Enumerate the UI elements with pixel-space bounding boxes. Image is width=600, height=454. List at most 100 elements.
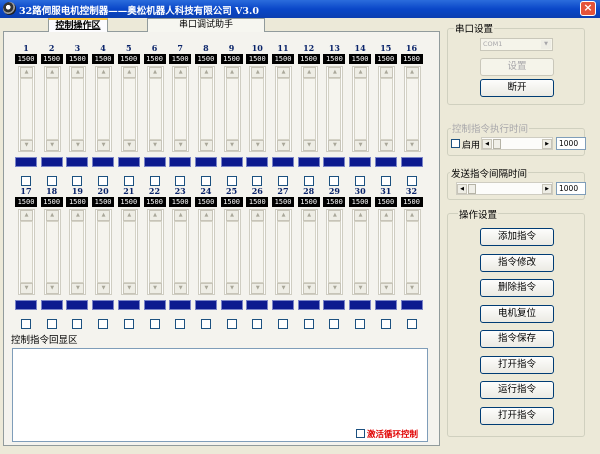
channel-slider[interactable]: ▲ ▼ (172, 209, 190, 295)
channel-slider[interactable]: ▲ ▼ (352, 209, 370, 295)
arrow-up-icon[interactable]: ▲ (45, 67, 59, 78)
channel-checkbox[interactable] (46, 319, 57, 329)
arrow-down-icon[interactable]: ▼ (45, 140, 59, 151)
slider-thumb[interactable] (148, 78, 162, 140)
channel-checkbox[interactable] (406, 319, 417, 329)
channel-checkbox[interactable] (72, 319, 83, 329)
slider-thumb[interactable] (379, 78, 393, 140)
loop-control-checkbox[interactable] (356, 429, 365, 438)
exec-time-slider[interactable]: ◀ ▶ (481, 137, 553, 150)
channel-slider[interactable]: ▲ ▼ (120, 209, 138, 295)
channel-checkbox[interactable] (123, 176, 134, 186)
channel-checkbox[interactable] (303, 319, 314, 329)
arrow-down-icon[interactable]: ▼ (251, 283, 265, 294)
arrow-up-icon[interactable]: ▲ (328, 67, 342, 78)
channel-slider[interactable]: ▲ ▼ (223, 66, 241, 152)
slider-thumb[interactable] (71, 78, 85, 140)
channel-checkbox[interactable] (98, 319, 109, 329)
slider-thumb[interactable] (45, 221, 59, 283)
slider-thumb[interactable] (122, 221, 136, 283)
arrow-up-icon[interactable]: ▲ (354, 210, 368, 221)
arrow-up-icon[interactable]: ▲ (122, 67, 136, 78)
channel-checkbox[interactable] (303, 176, 314, 186)
arrow-down-icon[interactable]: ▼ (328, 140, 342, 151)
channel-slider[interactable]: ▲ ▼ (249, 66, 267, 152)
slider-thumb[interactable] (174, 221, 188, 283)
arrow-down-icon[interactable]: ▼ (354, 283, 368, 294)
channel-checkbox[interactable] (252, 176, 263, 186)
channel-checkbox[interactable] (21, 176, 31, 186)
arrow-down-icon[interactable]: ▼ (379, 140, 393, 151)
arrow-up-icon[interactable]: ▲ (354, 67, 368, 78)
arrow-down-icon[interactable]: ▼ (174, 140, 188, 151)
arrow-down-icon[interactable]: ▼ (148, 283, 162, 294)
slider-thumb[interactable] (354, 78, 368, 140)
arrow-right-icon[interactable]: ▶ (542, 139, 552, 149)
arrow-up-icon[interactable]: ▲ (302, 210, 316, 221)
echo-textarea[interactable] (12, 348, 428, 442)
channel-slider[interactable]: ▲ ▼ (18, 209, 35, 295)
channel-checkbox[interactable] (329, 176, 340, 186)
slider-thumb[interactable] (97, 78, 111, 140)
arrow-down-icon[interactable]: ▼ (251, 140, 265, 151)
channel-slider[interactable]: ▲ ▼ (197, 209, 215, 295)
channel-checkbox[interactable] (149, 176, 160, 186)
arrow-up-icon[interactable]: ▲ (71, 210, 85, 221)
channel-slider[interactable]: ▲ ▼ (275, 66, 292, 152)
arrow-up-icon[interactable]: ▲ (277, 210, 290, 221)
slider-thumb[interactable] (328, 78, 342, 140)
channel-slider[interactable]: ▲ ▼ (120, 66, 138, 152)
channel-checkbox[interactable] (72, 176, 83, 186)
arrow-up-icon[interactable]: ▲ (379, 210, 393, 221)
arrow-down-icon[interactable]: ▼ (148, 140, 162, 151)
exec-time-enable-checkbox[interactable] (451, 139, 460, 148)
slider-thumb[interactable] (20, 221, 33, 283)
arrow-up-icon[interactable]: ▲ (97, 67, 111, 78)
arrow-down-icon[interactable]: ▼ (199, 140, 213, 151)
channel-slider[interactable]: ▲ ▼ (352, 66, 370, 152)
arrow-down-icon[interactable]: ▼ (122, 283, 136, 294)
arrow-down-icon[interactable]: ▼ (277, 283, 290, 294)
channel-slider[interactable]: ▲ ▼ (69, 209, 87, 295)
channel-slider[interactable]: ▲ ▼ (172, 66, 190, 152)
channel-checkbox[interactable] (380, 176, 391, 186)
slider-thumb[interactable] (122, 78, 136, 140)
channel-slider[interactable]: ▲ ▼ (69, 66, 87, 152)
channel-checkbox[interactable] (226, 319, 237, 329)
channel-slider[interactable]: ▲ ▼ (326, 209, 344, 295)
arrow-up-icon[interactable]: ▲ (174, 67, 188, 78)
channel-checkbox[interactable] (226, 176, 237, 186)
channel-slider[interactable]: ▲ ▼ (326, 66, 344, 152)
arrow-up-icon[interactable]: ▲ (199, 67, 213, 78)
arrow-up-icon[interactable]: ▲ (199, 210, 213, 221)
arrow-up-icon[interactable]: ▲ (174, 210, 188, 221)
channel-slider[interactable]: ▲ ▼ (95, 209, 113, 295)
channel-slider[interactable]: ▲ ▼ (377, 66, 395, 152)
interval-slider[interactable]: ◀ ▶ (456, 182, 553, 195)
arrow-down-icon[interactable]: ▼ (302, 140, 316, 151)
arrow-down-icon[interactable]: ▼ (199, 283, 213, 294)
arrow-down-icon[interactable]: ▼ (122, 140, 136, 151)
ops-button-4[interactable]: 电机复位 (480, 304, 554, 323)
arrow-down-icon[interactable]: ▼ (45, 283, 59, 294)
ops-button-8[interactable]: 打开指令 (480, 406, 554, 425)
ops-button-3[interactable]: 删除指令 (480, 279, 554, 297)
arrow-up-icon[interactable]: ▲ (277, 67, 290, 78)
slider-thumb[interactable] (45, 78, 59, 140)
ops-button-6[interactable]: 打开指令 (480, 355, 554, 374)
arrow-up-icon[interactable]: ▲ (148, 67, 162, 78)
slider-thumb[interactable] (354, 221, 368, 283)
interval-value[interactable]: 1000 (556, 182, 586, 195)
channel-slider[interactable]: ▲ ▼ (197, 66, 215, 152)
arrow-up-icon[interactable]: ▲ (225, 210, 239, 221)
slider-thumb[interactable] (97, 221, 111, 283)
arrow-down-icon[interactable]: ▼ (225, 140, 239, 151)
channel-slider[interactable]: ▲ ▼ (403, 209, 421, 295)
channel-checkbox[interactable] (278, 176, 288, 186)
close-button[interactable]: × (580, 1, 596, 16)
slider-thumb[interactable] (225, 78, 239, 140)
arrow-up-icon[interactable]: ▲ (148, 210, 162, 221)
slider-thumb[interactable] (251, 78, 265, 140)
arrow-up-icon[interactable]: ▲ (225, 67, 239, 78)
arrow-up-icon[interactable]: ▲ (97, 210, 111, 221)
